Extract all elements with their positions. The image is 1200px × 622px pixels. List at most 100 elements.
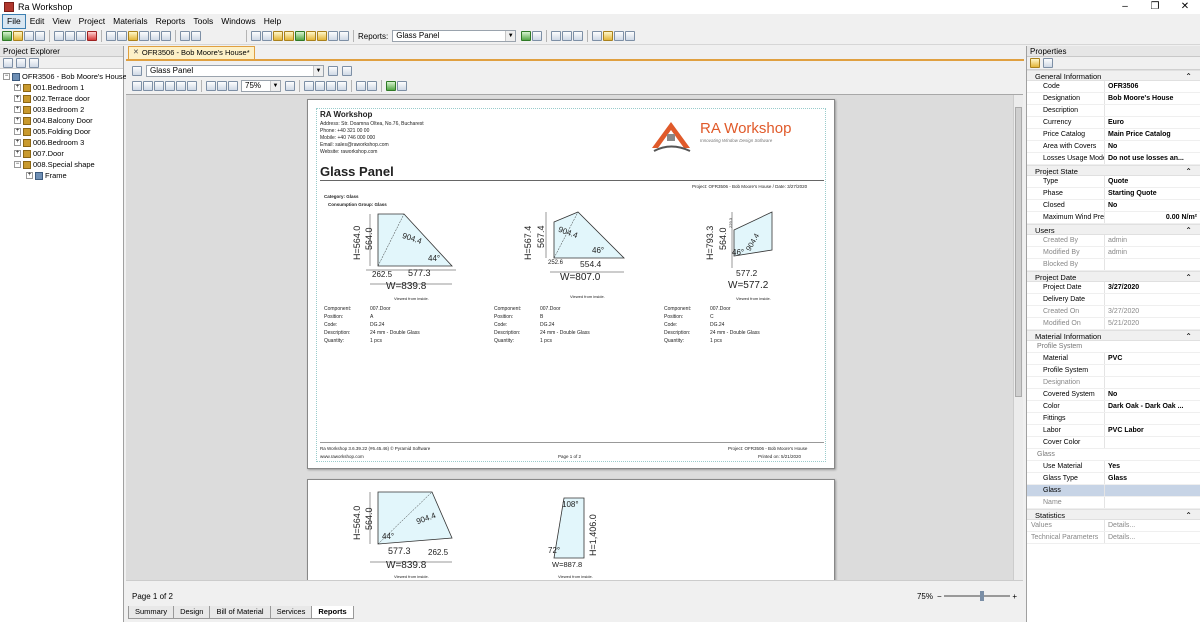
- next-icon[interactable]: [532, 31, 543, 41]
- expand-icon[interactable]: +: [14, 117, 21, 124]
- save-icon[interactable]: [24, 31, 34, 41]
- report-design-icon[interactable]: [342, 66, 352, 76]
- menu-tools[interactable]: Tools: [189, 15, 217, 28]
- section-project-date[interactable]: Project Date ⌃: [1027, 271, 1200, 282]
- glass-icon[interactable]: [284, 31, 294, 41]
- tab-bill-of-material[interactable]: Bill of Material: [209, 606, 271, 619]
- tree-item[interactable]: +004.Balcony Door: [0, 115, 123, 126]
- section-statistics[interactable]: Statistics ⌃: [1027, 509, 1200, 520]
- folder-icon[interactable]: [128, 31, 138, 41]
- property-row[interactable]: Blocked By: [1027, 259, 1200, 271]
- collapse-icon[interactable]: −: [14, 161, 21, 168]
- email-icon[interactable]: [397, 81, 407, 91]
- refresh-icon[interactable]: [295, 31, 305, 41]
- report-icon[interactable]: [180, 31, 190, 41]
- print-preview-icon[interactable]: [262, 31, 272, 41]
- open-icon[interactable]: [13, 31, 23, 41]
- property-row[interactable]: Profile System: [1027, 365, 1200, 377]
- chevron-down-icon[interactable]: ▼: [505, 31, 516, 41]
- property-row[interactable]: Glass Type Glass: [1027, 473, 1200, 485]
- tab-summary[interactable]: Summary: [128, 606, 175, 619]
- properties-icon[interactable]: [106, 31, 116, 41]
- zoom-in-plus-icon[interactable]: +: [1012, 592, 1017, 601]
- design-icon[interactable]: [251, 31, 261, 41]
- property-value[interactable]: Starting Quote: [1105, 188, 1200, 199]
- chevron-down-icon[interactable]: ▼: [270, 81, 280, 91]
- maximize-icon[interactable]: ❐: [1140, 0, 1170, 14]
- tree-root[interactable]: − OFR3506 - Bob Moore's House: [0, 71, 127, 82]
- property-value[interactable]: Dark Oak - Dark Oak ...: [1105, 401, 1200, 412]
- property-value[interactable]: [1105, 497, 1200, 508]
- menu-file[interactable]: File: [2, 13, 26, 29]
- property-row[interactable]: Description: [1027, 105, 1200, 117]
- tree-item[interactable]: +002.Terrace door: [0, 93, 123, 104]
- chevron-down-icon[interactable]: ▼: [313, 66, 323, 76]
- close-icon[interactable]: ✕: [1170, 0, 1200, 14]
- property-row[interactable]: Type Quote: [1027, 176, 1200, 188]
- scroll-thumb[interactable]: [1015, 107, 1022, 397]
- property-row[interactable]: Currency Euro: [1027, 117, 1200, 129]
- table-icon[interactable]: [573, 31, 584, 41]
- categorized-icon[interactable]: [1030, 58, 1040, 68]
- expand-icon[interactable]: +: [14, 128, 21, 135]
- property-row[interactable]: Covered System No: [1027, 389, 1200, 401]
- new-project-icon[interactable]: [2, 31, 12, 41]
- property-value[interactable]: [1105, 105, 1200, 116]
- color-icon[interactable]: [367, 81, 377, 91]
- tree-item-frame[interactable]: + Frame: [0, 170, 123, 181]
- property-row[interactable]: Created On 3/27/2020: [1027, 306, 1200, 318]
- report-settings-icon[interactable]: [328, 66, 338, 76]
- expand-icon[interactable]: +: [14, 139, 21, 146]
- tab-services[interactable]: Services: [269, 606, 313, 619]
- property-row[interactable]: Profile System: [1027, 341, 1200, 353]
- property-value[interactable]: 3/27/2020: [1105, 282, 1200, 293]
- property-value[interactable]: PVC Labor: [1105, 425, 1200, 436]
- property-row[interactable]: Modified On 5/21/2020: [1027, 318, 1200, 330]
- property-row[interactable]: Fittings: [1027, 413, 1200, 425]
- property-value[interactable]: 5/21/2020: [1105, 318, 1200, 329]
- materials-icon[interactable]: [273, 31, 283, 41]
- explorer-view-icon[interactable]: [3, 58, 13, 68]
- report-viewer[interactable]: RA Workshop Address: Str. Doamna Oltea, …: [126, 94, 1023, 622]
- property-value[interactable]: [1105, 377, 1200, 388]
- property-value[interactable]: admin: [1105, 247, 1200, 258]
- property-value[interactable]: OFR3506: [1105, 81, 1200, 92]
- sort-icon[interactable]: [614, 31, 625, 41]
- stock-icon[interactable]: [306, 31, 316, 41]
- property-value[interactable]: [1105, 437, 1200, 448]
- menu-materials[interactable]: Materials: [109, 15, 151, 28]
- collapse-chevron-icon[interactable]: ⌃: [1185, 225, 1192, 236]
- expand-icon[interactable]: +: [14, 95, 21, 102]
- section-material-info[interactable]: Material Information ⌃: [1027, 330, 1200, 341]
- next-page-icon[interactable]: [326, 81, 336, 91]
- export-report-icon[interactable]: [187, 81, 197, 91]
- first-page-icon[interactable]: [304, 81, 314, 91]
- explorer-tree-icon[interactable]: [29, 58, 39, 68]
- property-row[interactable]: Closed No: [1027, 200, 1200, 212]
- property-value[interactable]: PVC: [1105, 353, 1200, 364]
- filter-icon[interactable]: [603, 31, 614, 41]
- property-row[interactable]: Glass: [1027, 485, 1200, 497]
- expand-icon[interactable]: +: [26, 172, 33, 179]
- property-row[interactable]: Technical Parameters Details...: [1027, 532, 1200, 544]
- menu-edit[interactable]: Edit: [26, 15, 49, 28]
- property-row[interactable]: Code OFR3506: [1027, 81, 1200, 93]
- property-value[interactable]: Glass: [1105, 473, 1200, 484]
- menu-project[interactable]: Project: [75, 15, 109, 28]
- property-row[interactable]: Color Dark Oak - Dark Oak ...: [1027, 401, 1200, 413]
- property-row[interactable]: Material PVC: [1027, 353, 1200, 365]
- property-value[interactable]: [1105, 413, 1200, 424]
- collapse-chevron-icon[interactable]: ⌃: [1185, 166, 1192, 177]
- menu-reports[interactable]: Reports: [152, 15, 190, 28]
- tree-item[interactable]: +003.Bedroom 2: [0, 104, 123, 115]
- property-value[interactable]: [1105, 365, 1200, 376]
- close-tab-icon[interactable]: ✕: [133, 47, 139, 59]
- property-row[interactable]: Area with Covers No: [1027, 141, 1200, 153]
- property-value[interactable]: Bob Moore's House: [1105, 93, 1200, 104]
- property-value[interactable]: 0.00 N/m²: [1105, 212, 1200, 223]
- expand-icon[interactable]: +: [14, 150, 21, 157]
- clipboard-icon[interactable]: [117, 31, 127, 41]
- layout-icon[interactable]: [592, 31, 603, 41]
- property-value[interactable]: Main Price Catalog: [1105, 129, 1200, 140]
- property-row[interactable]: Use Material Yes: [1027, 461, 1200, 473]
